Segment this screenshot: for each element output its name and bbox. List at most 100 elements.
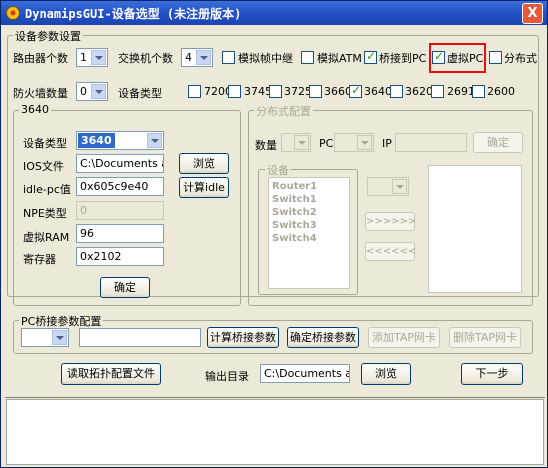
bridge-pc-checkbox[interactable]	[364, 49, 377, 64]
virtual-ram-input[interactable]: 96	[76, 224, 164, 243]
ios-file-label: IOS文件	[23, 160, 64, 173]
app-icon	[6, 6, 20, 20]
chevron-down-icon	[357, 135, 372, 150]
model-3725-checkbox[interactable]	[269, 85, 282, 98]
list-item[interactable]: Switch2	[272, 207, 317, 218]
dist-ok-button[interactable]: 确定	[473, 132, 523, 153]
dist-ip-label: IP	[382, 137, 392, 150]
router-count-value: 1	[80, 51, 87, 64]
dist-ip-input[interactable]	[395, 133, 467, 152]
list-item[interactable]: Switch4	[272, 233, 317, 244]
chevron-down-icon	[147, 133, 162, 148]
close-icon: X	[527, 6, 538, 21]
model-3640-checkbox[interactable]	[349, 83, 362, 98]
model-ok-button[interactable]: 确定	[100, 277, 150, 298]
firewall-count-value: 0	[80, 85, 87, 98]
next-button[interactable]: 下一步	[461, 363, 523, 385]
model-3725-label: 3725	[284, 85, 312, 98]
dist-pc-select[interactable]	[334, 133, 374, 152]
dist-count-select[interactable]	[281, 133, 311, 152]
calc-bridge-button[interactable]: 计算桥接参数	[207, 327, 279, 348]
chevron-down-icon	[196, 50, 211, 65]
distributed-config-group-label: 分布式配置	[254, 103, 313, 119]
switch-count-label: 交换机个数	[118, 52, 173, 65]
model-device-type-select[interactable]: 3640	[76, 131, 164, 150]
ios-file-input[interactable]: C:\Documents and	[76, 154, 164, 173]
npe-type-input[interactable]: 0	[76, 201, 164, 220]
confirm-bridge-button[interactable]: 确定桥接参数	[287, 327, 359, 348]
bridge-config-group-label: PC桥接参数配置	[19, 313, 104, 329]
bridge-nic-select[interactable]	[21, 328, 69, 347]
bridge-param-input[interactable]	[79, 328, 201, 347]
virtual-pc-checkbox[interactable]	[432, 49, 445, 64]
bridge-pc-label: 桥接到PC	[379, 52, 427, 65]
idle-pc-label: idle-pc值	[23, 183, 71, 196]
model-3745-checkbox[interactable]	[228, 85, 241, 98]
model-3660-label: 3660	[324, 85, 352, 98]
title-bar[interactable]: DynamipsGUI-设备选型 (未注册版本) X	[1, 1, 547, 25]
chevron-down-icon	[91, 84, 106, 99]
model-2600-label: 2600	[487, 85, 515, 98]
switch-count-value: 4	[185, 51, 192, 64]
model-2691-label: 2691	[447, 85, 475, 98]
model-device-type-value: 3640	[78, 133, 115, 148]
idle-pc-input[interactable]: 0x605c9e40	[76, 177, 164, 196]
distributed-checkbox[interactable]	[489, 51, 502, 64]
virtual-pc-label: 虚拟PC	[447, 52, 484, 65]
dist-count-label: 数量	[255, 139, 277, 152]
model-3620-label: 3620	[405, 85, 433, 98]
chevron-down-icon	[294, 135, 309, 150]
model-2600-checkbox[interactable]	[472, 85, 485, 98]
model-config-group-label: 3640	[19, 103, 51, 116]
move-right-button[interactable]: >>>>>>	[365, 212, 416, 231]
log-pane[interactable]	[6, 399, 544, 465]
firewall-count-select[interactable]: 0	[76, 82, 108, 101]
device-params-group-label: 设备参数设置	[13, 28, 83, 44]
model-3745-label: 3745	[244, 85, 272, 98]
npe-type-label: NPE类型	[23, 207, 67, 220]
virtual-ram-label: 虚拟RAM	[23, 231, 70, 244]
window-title: DynamipsGUI-设备选型 (未注册版本)	[25, 7, 242, 21]
output-dir-label: 输出目录	[205, 370, 249, 383]
move-left-button[interactable]: <<<<<<	[365, 242, 416, 261]
device-listbox[interactable]: Router1 Switch1 Switch2 Switch3 Switch4	[268, 177, 350, 289]
output-browse-button[interactable]: 浏览	[361, 363, 411, 385]
list-item[interactable]: Switch3	[272, 220, 317, 231]
chevron-down-icon	[392, 179, 407, 194]
atm-checkbox[interactable]	[301, 51, 314, 64]
add-tap-button[interactable]: 添加TAP网卡	[368, 327, 440, 348]
firewall-count-label: 防火墙数量	[13, 87, 68, 100]
list-item[interactable]: Switch1	[272, 194, 317, 205]
device-type-row-label: 设备类型	[118, 87, 162, 100]
model-3620-checkbox[interactable]	[390, 85, 403, 98]
model-device-type-label: 设备类型	[23, 137, 67, 150]
list-item[interactable]: Router1	[272, 181, 317, 192]
chevron-down-icon	[52, 330, 67, 345]
divider	[5, 397, 545, 398]
distributed-label: 分布式	[504, 52, 537, 65]
delete-tap-button[interactable]: 删除TAP网卡	[449, 327, 521, 348]
target-listbox[interactable]	[428, 165, 522, 293]
ios-browse-button[interactable]: 浏览	[179, 153, 229, 174]
calc-idle-button[interactable]: 计算idle	[179, 177, 229, 198]
model-3640-label: 3640	[364, 85, 392, 98]
model-7200-checkbox[interactable]	[188, 85, 201, 98]
switch-count-select[interactable]: 4	[181, 48, 213, 67]
output-dir-input[interactable]: C:\Documents and	[260, 364, 350, 383]
close-button[interactable]: X	[522, 3, 543, 24]
router-count-select[interactable]: 1	[76, 48, 108, 67]
frame-relay-checkbox[interactable]	[222, 51, 235, 64]
model-2691-checkbox[interactable]	[431, 85, 444, 98]
frame-relay-label: 模拟帧中继	[238, 52, 293, 65]
read-topology-button[interactable]: 读取拓扑配置文件	[61, 363, 161, 385]
router-count-label: 路由器个数	[13, 52, 68, 65]
dialog-window: DynamipsGUI-设备选型 (未注册版本) X 设备参数设置 路由器个数 …	[0, 0, 548, 468]
register-label: 寄存器	[23, 253, 56, 266]
register-input[interactable]: 0x2102	[76, 247, 164, 266]
atm-label: 模拟ATM	[317, 52, 362, 65]
dist-pc-label: PC	[319, 137, 334, 150]
chevron-down-icon	[91, 50, 106, 65]
dist-devices-group-label: 设备	[265, 162, 291, 178]
model-3660-checkbox[interactable]	[309, 85, 322, 98]
dist-target-select[interactable]	[367, 177, 409, 196]
